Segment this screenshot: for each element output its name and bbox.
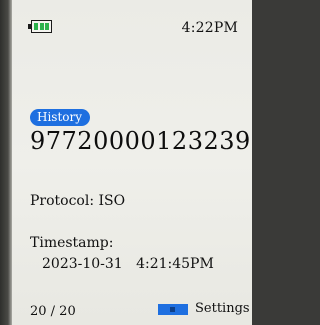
timestamp-value: 2023-10-31 4:21:45PM: [42, 256, 214, 272]
page-indicator: 20 / 20: [30, 304, 76, 319]
battery-body: [31, 20, 52, 33]
battery-cell: [34, 23, 38, 30]
clock-time: 4:22PM: [181, 20, 238, 36]
protocol-text: Protocol: ISO: [30, 193, 126, 209]
timestamp-label: Timestamp:: [30, 235, 114, 251]
device-frame: 4:22PM History 977200001232390 Protocol:…: [0, 0, 252, 325]
battery-icon: [28, 20, 52, 33]
battery-cell: [45, 23, 49, 30]
history-badge: History: [30, 109, 91, 126]
battery-cell: [40, 23, 44, 30]
card-number: 977200001232390: [30, 127, 252, 155]
settings-label: Settings: [195, 301, 250, 316]
softkey-dot: [170, 307, 175, 312]
display-screen: 4:22PM History 977200001232390 Protocol:…: [12, 0, 252, 325]
softkey-icon[interactable]: [158, 304, 188, 315]
